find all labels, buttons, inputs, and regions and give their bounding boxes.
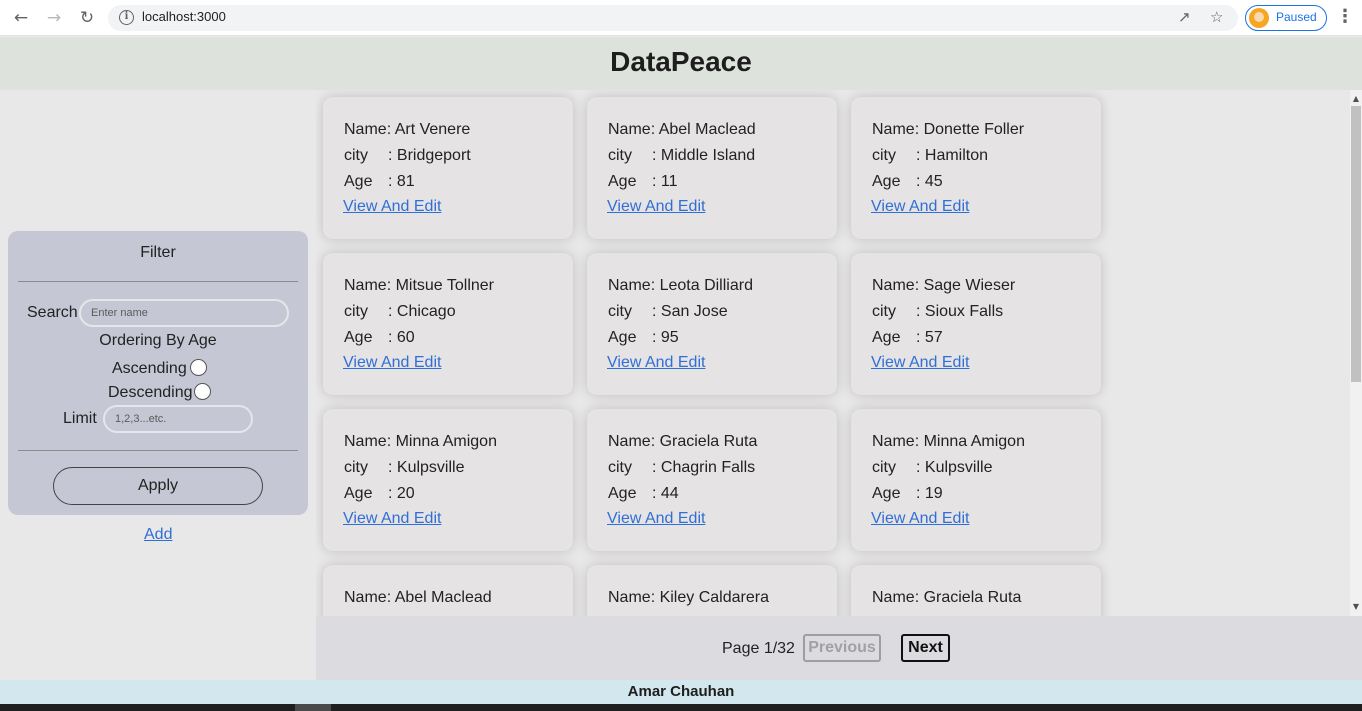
avatar xyxy=(1249,8,1269,28)
card-name: Name: Minna Amigon xyxy=(872,433,1025,450)
user-card: Name: Sage Wieser city: Sioux Falls Age:… xyxy=(851,253,1101,395)
card-name: Name: Donette Foller xyxy=(872,121,1025,138)
card-name: Name: Abel Maclead xyxy=(608,121,756,138)
ascending-radio[interactable] xyxy=(190,359,207,376)
browser-toolbar: ← → ↻ i localhost:3000 ↗ ☆ Paused ⋮ xyxy=(0,0,1362,36)
card-grid: Name: Art Venere city: Bridgeport Age: 8… xyxy=(316,90,1350,616)
back-arrow-icon[interactable]: ← xyxy=(10,7,32,29)
card-city: city: Kulpsville xyxy=(872,459,993,476)
view-and-edit-link[interactable]: View And Edit xyxy=(343,510,441,528)
add-link[interactable]: Add xyxy=(144,526,172,544)
user-card: Name: Graciela Ruta city: Chagrin Falls … xyxy=(587,409,837,551)
card-name: Name: Graciela Ruta xyxy=(608,433,758,450)
user-card: Name: Kiley Caldarera xyxy=(587,565,837,616)
profile-status: Paused xyxy=(1276,10,1317,24)
forward-arrow-icon[interactable]: → xyxy=(43,7,65,29)
card-city: city: Kulpsville xyxy=(344,459,465,476)
card-age: Age: 57 xyxy=(872,329,943,346)
view-and-edit-link[interactable]: View And Edit xyxy=(871,510,969,528)
descending-label: Descending xyxy=(108,384,193,401)
scrollbar[interactable]: ▲ ▼ xyxy=(1350,90,1362,616)
card-city: city: Hamilton xyxy=(872,147,989,164)
footer-author: Amar Chauhan xyxy=(627,683,735,700)
site-info-icon[interactable]: i xyxy=(119,10,134,25)
page-indicator: Page 1/32 xyxy=(722,640,795,657)
user-card: Name: Graciela Ruta xyxy=(851,565,1101,616)
card-age: Age: 81 xyxy=(344,173,415,190)
limit-input[interactable] xyxy=(103,405,253,433)
next-button[interactable]: Next xyxy=(901,634,950,662)
card-name: Name: Mitsue Tollner xyxy=(344,277,494,294)
view-and-edit-link[interactable]: View And Edit xyxy=(607,510,705,528)
ascending-label: Ascending xyxy=(112,360,187,377)
card-age: Age: 19 xyxy=(872,485,943,502)
limit-label: Limit xyxy=(63,410,97,427)
filter-panel: Filter Search Ordering By Age Ascending … xyxy=(8,231,308,515)
reload-icon[interactable]: ↻ xyxy=(76,7,98,29)
view-and-edit-link[interactable]: View And Edit xyxy=(871,354,969,372)
card-age: Age: 44 xyxy=(608,485,679,502)
ordering-label: Ordering By Age xyxy=(99,332,217,349)
user-card: Name: Abel Maclead city: Middle Island A… xyxy=(587,97,837,239)
card-city: city: Middle Island xyxy=(608,147,756,164)
os-taskbar xyxy=(0,704,1362,711)
address-bar[interactable]: i localhost:3000 ↗ ☆ xyxy=(108,5,1238,31)
app-header: DataPeace xyxy=(0,37,1362,90)
card-name: Name: Graciela Ruta xyxy=(872,589,1022,606)
search-input[interactable] xyxy=(79,299,289,327)
user-card: Name: Donette Foller city: Hamilton Age:… xyxy=(851,97,1101,239)
user-card: Name: Minna Amigon city: Kulpsville Age:… xyxy=(851,409,1101,551)
search-label: Search xyxy=(27,304,78,321)
view-and-edit-link[interactable]: View And Edit xyxy=(343,354,441,372)
taskbar-item[interactable] xyxy=(295,704,331,711)
divider xyxy=(18,281,298,282)
card-age: Age: 45 xyxy=(872,173,943,190)
scroll-thumb[interactable] xyxy=(1351,106,1361,382)
scroll-up-icon[interactable]: ▲ xyxy=(1352,94,1360,104)
card-name: Name: Abel Maclead xyxy=(344,589,492,606)
card-city: city: San Jose xyxy=(608,303,728,320)
user-card: Name: Mitsue Tollner city: Chicago Age: … xyxy=(323,253,573,395)
scroll-down-icon[interactable]: ▼ xyxy=(1352,602,1360,612)
address-url[interactable]: localhost:3000 xyxy=(142,9,226,24)
user-card: Name: Abel Maclead xyxy=(323,565,573,616)
profile-button[interactable]: Paused xyxy=(1245,5,1327,31)
card-age: Age: 95 xyxy=(608,329,679,346)
page-title: DataPeace xyxy=(610,46,752,77)
card-name: Name: Kiley Caldarera xyxy=(608,589,769,606)
bookmark-star-icon[interactable]: ☆ xyxy=(1210,8,1223,26)
card-city: city: Sioux Falls xyxy=(872,303,1004,320)
card-name: Name: Art Venere xyxy=(344,121,471,138)
divider xyxy=(18,450,298,451)
user-card: Name: Minna Amigon city: Kulpsville Age:… xyxy=(323,409,573,551)
user-card: Name: Art Venere city: Bridgeport Age: 8… xyxy=(323,97,573,239)
previous-button[interactable]: Previous xyxy=(803,634,881,662)
pagination-bar: Page 1/32 Previous Next xyxy=(316,616,1362,680)
view-and-edit-link[interactable]: View And Edit xyxy=(871,198,969,216)
view-and-edit-link[interactable]: View And Edit xyxy=(607,354,705,372)
footer: Amar Chauhan xyxy=(0,680,1362,704)
apply-button[interactable]: Apply xyxy=(53,467,263,505)
card-city: city: Chagrin Falls xyxy=(608,459,756,476)
card-name: Name: Sage Wieser xyxy=(872,277,1016,294)
browser-menu-icon[interactable]: ⋮ xyxy=(1336,6,1354,30)
share-icon[interactable]: ↗ xyxy=(1178,8,1191,26)
card-name: Name: Minna Amigon xyxy=(344,433,497,450)
card-name: Name: Leota Dilliard xyxy=(608,277,753,294)
card-age: Age: 20 xyxy=(344,485,415,502)
view-and-edit-link[interactable]: View And Edit xyxy=(607,198,705,216)
card-age: Age: 11 xyxy=(608,173,678,190)
view-and-edit-link[interactable]: View And Edit xyxy=(343,198,441,216)
user-card: Name: Leota Dilliard city: San Jose Age:… xyxy=(587,253,837,395)
card-city: city: Chicago xyxy=(344,303,456,320)
card-age: Age: 60 xyxy=(344,329,415,346)
card-city: city: Bridgeport xyxy=(344,147,471,164)
descending-radio[interactable] xyxy=(194,383,211,400)
filter-title: Filter xyxy=(140,244,176,261)
